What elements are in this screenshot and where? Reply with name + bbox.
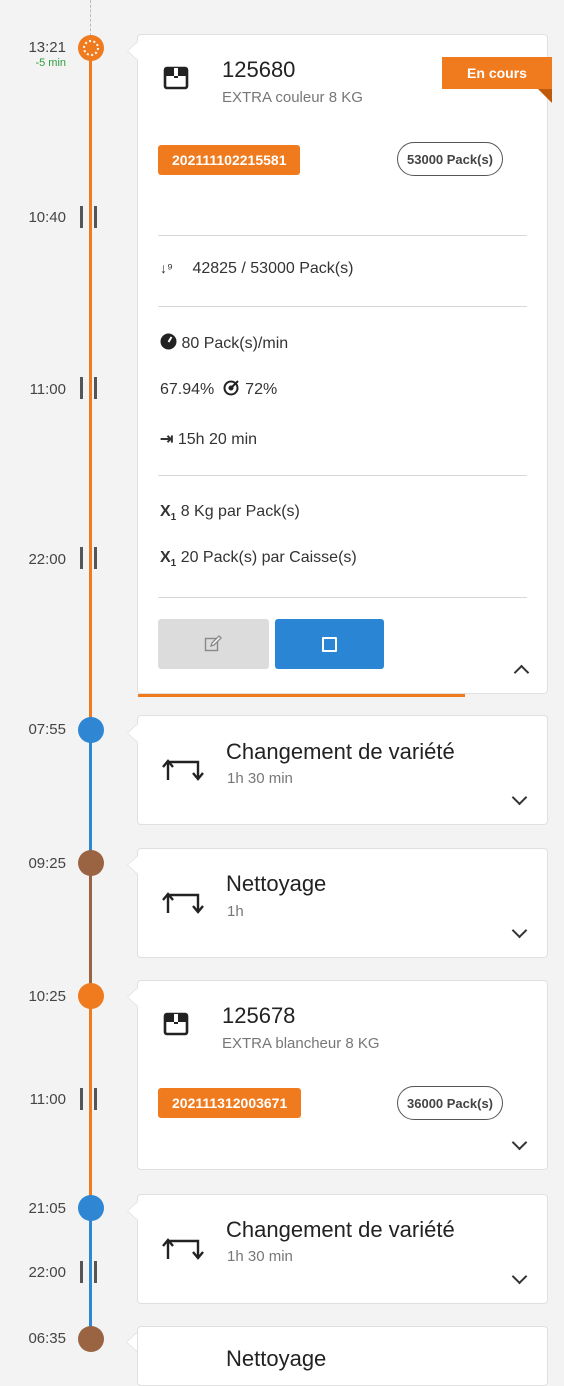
- multiplier-icon: X1: [160, 549, 177, 570]
- swap-icon: [162, 887, 208, 922]
- swap-icon: [162, 754, 208, 789]
- counter-row: ↓⁹ 42825 / 53000 Pack(s): [160, 260, 353, 278]
- order-number: 125680: [222, 57, 296, 82]
- speed-row: 80 Pack(s)/min: [160, 333, 288, 355]
- order-number: 125678: [222, 1003, 296, 1028]
- timeline-time: 13:21: [28, 39, 66, 56]
- cleaning-card[interactable]: Nettoyage: [137, 1326, 548, 1386]
- timeline-time: 09:25: [28, 855, 66, 872]
- timeline-segment-changeover-1: [89, 731, 92, 861]
- packing-value: 20 Pack(s) par Caisse(s): [180, 549, 357, 566]
- timeline-dot-cleaning: [78, 850, 104, 876]
- card-pointer: [127, 1201, 138, 1221]
- changeover-card[interactable]: Changement de variété 1h 30 min: [127, 715, 548, 825]
- remaining-row: ⇥ 15h 20 min: [160, 429, 257, 449]
- badge-fold: [538, 89, 552, 103]
- event-title: Nettoyage: [226, 871, 327, 896]
- timeline-dot-changeover: [78, 717, 104, 743]
- target-icon: [223, 380, 239, 401]
- efficiency-value: 67.94%: [160, 381, 215, 398]
- efficiency-row: 67.94% 72%: [160, 380, 277, 401]
- timeline-time: 06:35: [28, 1330, 66, 1347]
- divider: [158, 475, 527, 476]
- event-title: Changement de variété: [226, 739, 455, 764]
- lot-badge: 202111312003671: [158, 1088, 302, 1118]
- chevron-down-icon[interactable]: [511, 922, 528, 939]
- product-name: EXTRA couleur 8 KG: [222, 89, 363, 106]
- chevron-up-icon[interactable]: [513, 664, 530, 681]
- swap-icon: [162, 1233, 208, 1268]
- timeline-time: 21:05: [28, 1200, 66, 1217]
- multiplier-icon: X1: [160, 503, 177, 524]
- production-card[interactable]: 125678 EXTRA blancheur 8 KG 202111312003…: [127, 980, 548, 1170]
- weight-row: X1 8 Kg par Pack(s): [160, 503, 300, 523]
- quantity-pill: 36000 Pack(s): [397, 1086, 504, 1120]
- status-badge: En cours: [442, 57, 552, 89]
- card-pointer: [127, 41, 138, 61]
- timeline-tick: [80, 377, 102, 399]
- card-pointer: [127, 855, 138, 875]
- remaining-value: 15h 20 min: [177, 431, 258, 448]
- production-card-active[interactable]: En cours 125680 EXTRA couleur 8 KG 20211…: [127, 34, 552, 697]
- timeline-time: 22:00: [28, 551, 66, 568]
- event-duration: 1h 30 min: [227, 1248, 293, 1265]
- package-icon: [163, 65, 189, 96]
- quantity-pill: 53000 Pack(s): [397, 142, 504, 176]
- package-icon: [163, 1011, 189, 1042]
- event-duration: 1h: [227, 903, 244, 920]
- sort-numeric-icon: ↓⁹: [160, 260, 173, 276]
- cleaning-card[interactable]: Nettoyage 1h: [127, 848, 548, 958]
- divider: [158, 235, 527, 236]
- chevron-down-icon[interactable]: [511, 1134, 528, 1151]
- progress-fill: [138, 694, 466, 697]
- timeline-time: 10:25: [28, 988, 66, 1005]
- changeover-card[interactable]: Changement de variété 1h 30 min: [127, 1194, 548, 1304]
- counter-value: 42825 / 53000 Pack(s): [192, 260, 354, 277]
- divider: [158, 597, 527, 598]
- event-title: Nettoyage: [226, 1346, 327, 1371]
- target-value: 72%: [245, 381, 278, 398]
- timeline-time: 22:00: [28, 1264, 66, 1281]
- speed-value: 80 Pack(s)/min: [181, 335, 289, 352]
- speedometer-icon: [160, 333, 177, 355]
- packing-row: X1 20 Pack(s) par Caisse(s): [160, 549, 357, 569]
- timeline-time: 07:55: [28, 721, 66, 738]
- card-pointer: [127, 987, 138, 1007]
- divider: [158, 306, 527, 307]
- product-name: EXTRA blancheur 8 KG: [222, 1035, 380, 1052]
- chevron-down-icon[interactable]: [511, 789, 528, 806]
- timeline-dot-production: [78, 983, 104, 1009]
- timeline-dot-changeover: [78, 1195, 104, 1221]
- card-pointer: [127, 723, 138, 743]
- in-progress-spinner-icon: [78, 35, 104, 61]
- lot-badge: 202111102215581: [158, 145, 301, 175]
- timeline-time: 10:40: [28, 209, 66, 226]
- timeline-dot-cleaning: [78, 1326, 104, 1352]
- timeline-time: 11:00: [29, 381, 66, 398]
- timeline-tick: [80, 1261, 102, 1283]
- timeline-segment-cleaning-1: [89, 861, 92, 994]
- timeline-tick: [80, 206, 102, 228]
- weight-value: 8 Kg par Pack(s): [180, 503, 300, 520]
- stop-icon: [322, 637, 337, 652]
- timeline-top-dashes: [90, 0, 92, 36]
- chevron-down-icon[interactable]: [511, 1268, 528, 1285]
- edit-icon: [204, 635, 222, 652]
- event-title: Changement de variété: [226, 1217, 455, 1242]
- progress-track: [138, 694, 547, 697]
- timeline-delta: -5 min: [35, 57, 66, 69]
- timeline-tick: [80, 547, 102, 569]
- card-pointer: [126, 1332, 137, 1352]
- stop-button[interactable]: [275, 619, 384, 669]
- edit-button[interactable]: [158, 619, 269, 669]
- timeline-time: 11:00: [29, 1091, 66, 1108]
- event-duration: 1h 30 min: [227, 770, 293, 787]
- timeline-tick: [80, 1088, 102, 1110]
- arrow-to-end-icon: ⇥: [160, 431, 174, 448]
